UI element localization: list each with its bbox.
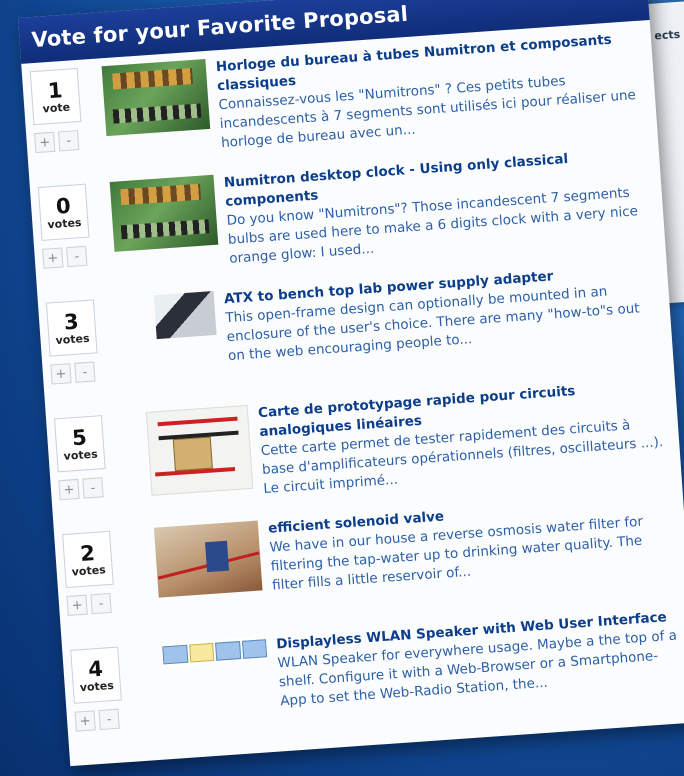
vote-widget-cell: 4 votes + - [70,645,148,732]
proposal-item: 2 votes + - efficient solenoid valve We … [62,492,675,634]
diagram-block [188,642,215,663]
vote-up-button[interactable]: + [74,710,96,732]
vote-down-button[interactable]: - [74,361,96,383]
proposal-item: 4 votes + - Displayless WLAN Speaker wit… [70,607,683,749]
vote-count-box: 0 votes [37,183,90,241]
vote-down-button[interactable]: - [82,477,104,499]
proposal-item: 5 votes + - Carte de prototypage rapide … [54,376,667,518]
vote-count: 3 [63,309,80,335]
diagram-block [241,639,268,659]
vote-count: 5 [71,424,88,450]
vote-down-button[interactable]: - [98,708,120,731]
vote-widget-cell: 1 vote + - [29,66,108,154]
diagram-block [215,641,241,661]
vote-widget-cell: 3 votes + - [45,298,124,385]
vote-count-box: 3 votes [45,299,98,357]
vote-count-box: 4 votes [70,646,122,704]
vote-count: 2 [79,540,96,566]
vote-up-button[interactable]: + [34,131,56,154]
vote-widget: Vote for your Favorite Proposal 1 vote +… [18,0,684,767]
vote-label: votes [71,562,107,579]
proposal-thumbnail[interactable] [145,404,254,496]
background-partial-label: ects [653,27,681,43]
vote-count-box: 1 vote [29,67,82,126]
vote-count: 1 [46,77,64,103]
vote-up-button[interactable]: + [50,363,72,385]
proposal-thumbnail[interactable] [101,59,211,137]
vote-widget-cell: 2 votes + - [62,529,140,616]
vote-count-box: 2 votes [62,530,114,589]
vote-widget-cell: 5 votes + - [54,413,132,501]
proposal-thumbnail[interactable] [161,636,268,668]
vote-label: votes [47,215,82,231]
vote-up-button[interactable]: + [66,594,88,616]
vote-count: 0 [55,193,72,219]
vote-count: 4 [87,656,104,682]
vote-down-button[interactable]: - [58,130,80,152]
vote-down-button[interactable]: - [90,592,112,615]
proposal-thumbnail[interactable] [153,520,263,598]
proposal-list: 1 vote + - Horloge du bureau à tubes Num… [21,20,684,750]
vote-label: vote [42,100,71,115]
vote-down-button[interactable]: - [66,245,88,268]
vote-label: votes [63,447,99,463]
vote-up-button[interactable]: + [42,247,64,269]
proposal-item: 0 votes + - Numitron desktop clock - Usi… [37,145,651,287]
proposal-thumbnail[interactable] [109,174,219,252]
vote-widget-cell: 0 votes + - [37,182,116,269]
proposal-thumbnail[interactable] [153,291,217,340]
diagram-block [162,644,188,665]
vote-count-box: 5 votes [54,415,106,473]
vote-up-button[interactable]: + [58,478,80,501]
vote-label: votes [55,331,90,347]
proposal-item: 3 votes + - ATX to bench top lab power s… [45,260,659,402]
vote-label: votes [79,678,115,694]
